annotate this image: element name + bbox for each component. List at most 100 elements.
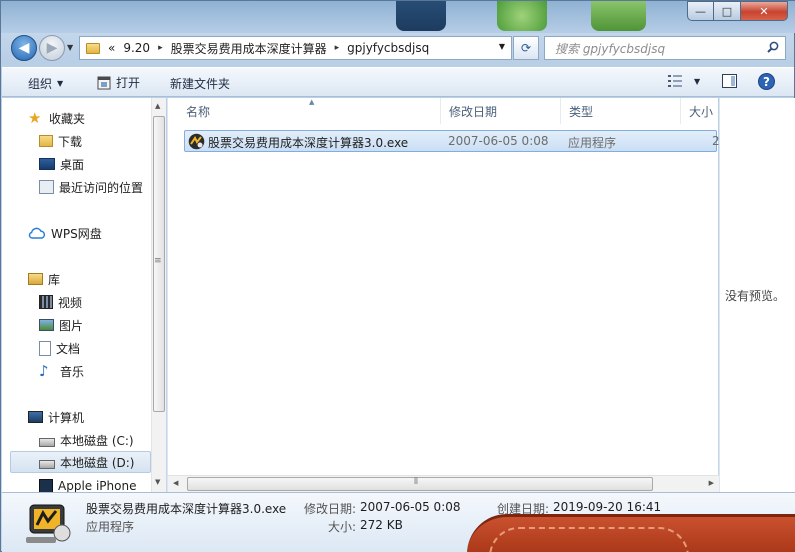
nav-libraries[interactable]: 库 bbox=[28, 268, 60, 290]
details-pane: 股票交易费用成本深度计算器3.0.exe 应用程序 修改日期: 2007-06-… bbox=[2, 492, 795, 552]
search-icon[interactable] bbox=[767, 41, 779, 53]
nav-label: Apple iPhone bbox=[58, 479, 137, 492]
nav-label: 文档 bbox=[56, 341, 81, 356]
scroll-left-icon[interactable]: ◀ bbox=[173, 479, 178, 487]
breadcrumb-segment[interactable]: 股票交易费用成本深度计算器 bbox=[171, 40, 327, 57]
breadcrumb-segment[interactable]: 9.20 bbox=[123, 41, 150, 55]
nav-videos[interactable]: 视频 bbox=[39, 291, 82, 313]
nav-label: 最近访问的位置 bbox=[59, 180, 144, 195]
refresh-button[interactable]: ⟳ bbox=[513, 36, 539, 60]
minimize-button[interactable]: — bbox=[687, 1, 714, 21]
preview-pane-icon bbox=[722, 74, 737, 88]
nav-documents[interactable]: 文档 bbox=[39, 337, 80, 359]
organize-button[interactable]: 组织 ▼ bbox=[28, 75, 63, 92]
video-icon bbox=[39, 295, 53, 309]
arrow-right-icon: ▶ bbox=[46, 40, 58, 56]
search-input[interactable]: 搜索 gpjyfycbsdjsq bbox=[544, 36, 786, 60]
nav-label: 桌面 bbox=[60, 157, 85, 172]
column-label: 修改日期 bbox=[449, 104, 498, 119]
desktop-decoration bbox=[467, 514, 795, 552]
forward-button[interactable]: ▶ bbox=[39, 35, 65, 61]
detail-modified-value: 2007-06-05 0:08 bbox=[360, 500, 461, 514]
nav-iphone[interactable]: Apple iPhone bbox=[39, 475, 136, 492]
recent-pages-dropdown[interactable]: ▼ bbox=[67, 43, 73, 52]
preview-pane-toggle[interactable] bbox=[722, 74, 737, 88]
new-folder-button[interactable]: 新建文件夹 bbox=[170, 75, 230, 92]
explorer-window: — □ ✕ ◀ ▶ ▼ « 9.20 ▸ 股票交易费用成本深度计算器 ▸ gpj… bbox=[0, 0, 795, 552]
close-button[interactable]: ✕ bbox=[741, 1, 788, 21]
command-bar: 组织 ▼ 打开 新建文件夹 ▼ ? bbox=[2, 67, 794, 97]
detail-created-label: 创建日期: bbox=[497, 502, 550, 516]
music-note-icon: ♪ bbox=[39, 362, 49, 380]
nav-label: 计算机 bbox=[48, 410, 85, 425]
nav-label: 本地磁盘 (D:) bbox=[60, 455, 135, 470]
breadcrumb-separator-icon[interactable]: ▸ bbox=[335, 43, 340, 53]
nav-drive-d[interactable]: 本地磁盘 (D:) bbox=[10, 451, 151, 473]
open-button[interactable]: 打开 bbox=[97, 74, 140, 91]
preview-pane: 没有预览。 bbox=[719, 98, 795, 492]
detail-created-value: 2019-09-20 16:41 bbox=[553, 500, 662, 514]
nav-music[interactable]: ♪ 音乐 bbox=[39, 360, 84, 382]
detail-file-name: 股票交易费用成本深度计算器3.0.exe bbox=[86, 502, 287, 516]
recent-places-icon bbox=[39, 180, 54, 194]
column-header-type[interactable]: 类型 bbox=[561, 98, 681, 124]
column-header-size[interactable]: 大小 bbox=[681, 98, 719, 124]
breadcrumb-overflow[interactable]: « bbox=[108, 41, 115, 55]
column-header-modified[interactable]: 修改日期 bbox=[441, 98, 561, 124]
drive-icon bbox=[39, 460, 55, 469]
address-row: ◀ ▶ ▼ « 9.20 ▸ 股票交易费用成本深度计算器 ▸ gpjyfycbs… bbox=[1, 33, 795, 61]
decoration-stitching bbox=[489, 527, 689, 552]
no-preview-text: 没有预览。 bbox=[725, 289, 786, 303]
horizontal-scroll-thumb[interactable]: ⦀ bbox=[187, 477, 653, 491]
maximize-button[interactable]: □ bbox=[714, 1, 741, 21]
column-label: 大小 bbox=[689, 104, 714, 119]
picture-icon bbox=[39, 319, 54, 331]
phone-icon bbox=[39, 479, 53, 492]
app-exe-icon bbox=[188, 133, 205, 150]
nav-wps-cloud[interactable]: WPS网盘 bbox=[28, 222, 102, 244]
scroll-up-icon[interactable]: ▲ bbox=[155, 102, 160, 110]
nav-pictures[interactable]: 图片 bbox=[39, 314, 83, 336]
scroll-right-icon[interactable]: ▶ bbox=[709, 479, 714, 487]
folder-icon bbox=[86, 42, 100, 54]
column-header-name[interactable]: 名称 bbox=[178, 98, 441, 124]
library-icon bbox=[28, 273, 43, 285]
desktop-thumbnail-2 bbox=[497, 1, 547, 31]
address-bar[interactable]: « 9.20 ▸ 股票交易费用成本深度计算器 ▸ gpjyfycbsdjsq ▼ bbox=[79, 36, 512, 60]
nav-desktop[interactable]: 桌面 bbox=[39, 153, 84, 175]
file-row[interactable]: 股票交易费用成本深度计算器3.0.exe 2007-06-05 0:08 应用程… bbox=[184, 130, 720, 152]
cloud-icon bbox=[28, 227, 46, 239]
refresh-icon: ⟳ bbox=[520, 41, 532, 55]
address-history-dropdown[interactable]: ▼ bbox=[499, 42, 505, 51]
nav-downloads[interactable]: 下载 bbox=[39, 130, 82, 152]
nav-label: 视频 bbox=[58, 295, 83, 310]
nav-favorites[interactable]: ★ 收藏夹 bbox=[28, 107, 85, 129]
desktop-thumbnail-3 bbox=[591, 1, 646, 31]
open-app-icon bbox=[97, 76, 111, 89]
breadcrumb-separator-icon[interactable]: ▸ bbox=[158, 43, 163, 53]
scroll-down-icon[interactable]: ▼ bbox=[155, 478, 160, 486]
open-label: 打开 bbox=[116, 76, 141, 90]
file-modified: 2007-06-05 0:08 bbox=[448, 134, 549, 148]
file-name: 股票交易费用成本深度计算器3.0.exe bbox=[208, 136, 409, 150]
help-icon: ? bbox=[758, 73, 775, 90]
help-button[interactable]: ? bbox=[758, 73, 775, 90]
nav-computer[interactable]: 计算机 bbox=[28, 406, 84, 428]
organize-label: 组织 bbox=[28, 77, 53, 91]
chevron-down-icon: ▼ bbox=[694, 76, 701, 86]
search-placeholder: 搜索 gpjyfycbsdjsq bbox=[555, 41, 666, 56]
view-details-icon bbox=[668, 75, 682, 87]
change-view-button[interactable]: ▼ bbox=[668, 75, 700, 87]
desktop-background-strip bbox=[1, 1, 795, 33]
scroll-grip-icon: ≡ bbox=[154, 256, 162, 266]
detail-file-type: 应用程序 bbox=[86, 520, 135, 534]
column-label: 名称 bbox=[186, 104, 211, 119]
nav-label: 收藏夹 bbox=[49, 111, 86, 126]
svg-text:?: ? bbox=[763, 75, 770, 89]
nav-drive-c[interactable]: 本地磁盘 (C:) bbox=[39, 429, 134, 451]
back-button[interactable]: ◀ bbox=[11, 35, 37, 61]
nav-scrollbar[interactable]: ▲ ≡ ▼ bbox=[151, 98, 166, 492]
nav-recent[interactable]: 最近访问的位置 bbox=[39, 176, 143, 198]
breadcrumb-segment[interactable]: gpjyfycbsdjsq bbox=[347, 41, 429, 55]
horizontal-scrollbar[interactable]: ◀ ⦀ ▶ bbox=[168, 475, 719, 492]
